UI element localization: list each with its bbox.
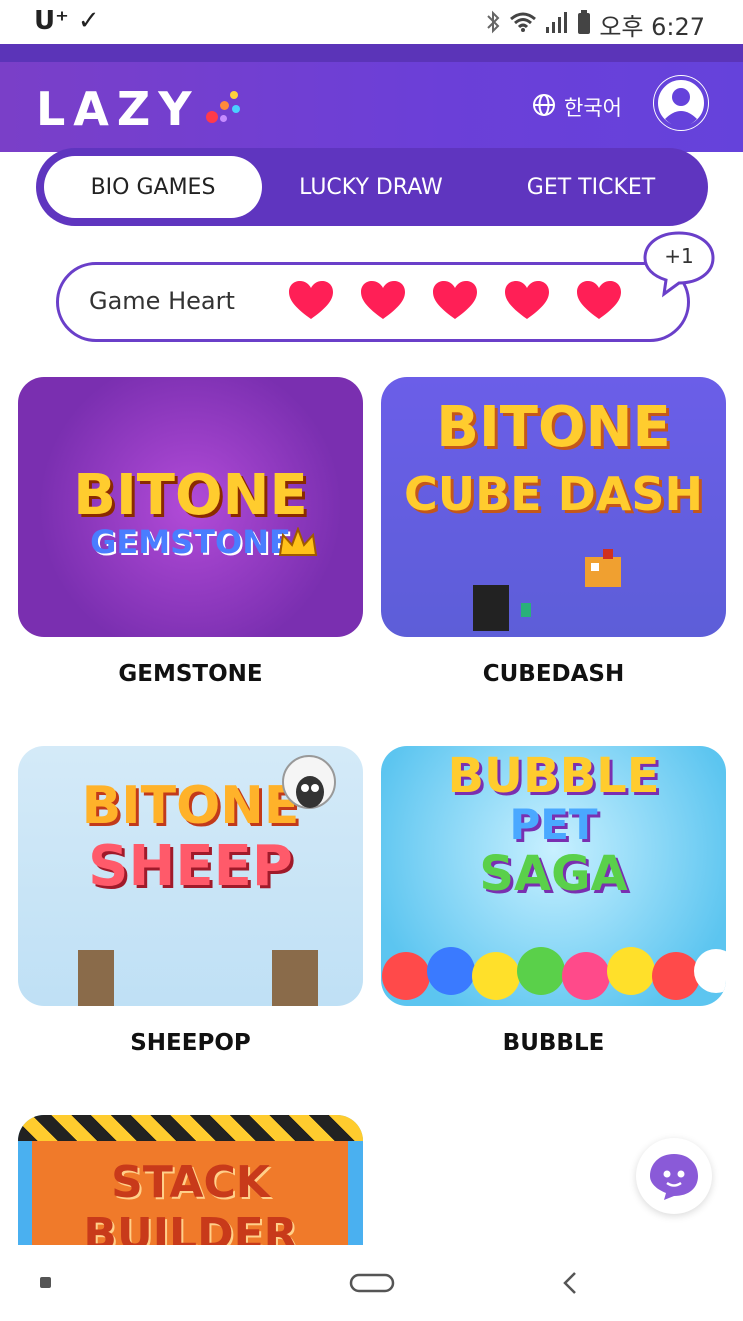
pillar-left (78, 950, 114, 1006)
game-card-bubble[interactable]: BUBBLE PET SAGA BUBBLE (381, 746, 726, 1056)
game-heart-label: Game Heart (89, 287, 235, 315)
game-title[interactable]: BUBBLE (381, 1030, 726, 1056)
game-title[interactable]: GEMSTONE (18, 661, 363, 687)
heart-icon (577, 281, 621, 319)
bluetooth-icon (485, 10, 501, 40)
recent-apps-icon[interactable] (39, 1276, 53, 1290)
thumbnail-title-line1: BUBBLE (447, 748, 660, 804)
user-icon (654, 76, 708, 130)
thumbnail-title-line2: BUILDER (83, 1209, 298, 1245)
tab-lucky-draw[interactable]: LUCKY DRAW (262, 156, 480, 218)
app-header: LAZY (0, 44, 743, 152)
thumbnail-title-line2: SHEEP (88, 834, 293, 899)
globe-icon (532, 93, 556, 122)
game-card-gemstone[interactable]: BITONE GEMSTONE GEMSTONE (18, 377, 363, 687)
game-card-cubedash[interactable]: BITONE CUBE DASH CUBEDASH (381, 377, 726, 687)
heart-icon (433, 281, 477, 319)
lazy-logo[interactable]: LAZY (36, 82, 248, 136)
signal-icon (545, 11, 569, 39)
back-icon[interactable] (562, 1271, 578, 1295)
game-heart-bar: Game Heart (56, 262, 690, 342)
chicken-icon (585, 549, 621, 587)
thumbnail-title-line3: SAGA (479, 846, 628, 902)
game-card-sheepop[interactable]: BITONE SHEEP SHEEPOP (18, 746, 363, 1056)
thumbnail-title-line2: PET (509, 800, 598, 849)
thumbnail-title-line2: CUBE DASH (403, 467, 704, 521)
game-title[interactable]: CUBEDASH (381, 661, 726, 687)
pillar-right (272, 950, 318, 1006)
chat-bot-icon (650, 1154, 698, 1200)
status-bar: U⁺ ✓ 오후 6:27 (0, 0, 743, 44)
heart-icon (505, 281, 549, 319)
game-title[interactable]: SHEEPOP (18, 1030, 363, 1056)
language-selector[interactable]: 한국어 (532, 92, 622, 122)
language-label: 한국어 (564, 96, 622, 120)
battery-icon (577, 9, 591, 40)
heart-icon (361, 281, 405, 319)
home-icon[interactable] (349, 1273, 395, 1293)
game-card-stack-builder[interactable]: STACK BUILDER (18, 1115, 363, 1245)
status-icons: 오후 6:27 (485, 7, 705, 42)
tab-bio-games[interactable]: BIO GAMES (44, 156, 262, 218)
sheep-icon (282, 755, 336, 809)
bonus-heart-label: +1 (664, 244, 694, 268)
bonus-heart-bubble: +1 (642, 230, 716, 298)
logo-dots-icon (204, 87, 248, 131)
carrier-label: U⁺ ✓ (34, 6, 100, 36)
thumbnail-title-line1: BITONE (73, 463, 308, 528)
tab-get-ticket[interactable]: GET TICKET (482, 156, 700, 218)
logo-text: LAZY (36, 82, 200, 136)
chat-button[interactable] (636, 1138, 712, 1214)
crown-icon (278, 527, 318, 556)
profile-avatar-button[interactable] (653, 75, 709, 131)
game-thumbnail[interactable]: STACK BUILDER (18, 1115, 363, 1245)
wifi-icon (509, 11, 537, 39)
cube-character-icon (473, 585, 531, 631)
hazard-stripe (18, 1115, 363, 1141)
bubble-pets-icon (382, 947, 726, 1000)
thumbnail-title-line1: BITONE (436, 395, 671, 460)
game-tabs: BIO GAMES LUCKY DRAW GET TICKET (36, 148, 708, 226)
heart-icon (289, 281, 333, 319)
thumbnail-title-line1: STACK (111, 1157, 270, 1208)
game-thumbnail[interactable]: BITONE SHEEP (18, 746, 363, 1006)
clock-label: 오후 6:27 (599, 13, 705, 41)
system-nav-bar (0, 1245, 743, 1321)
game-thumbnail[interactable]: BUBBLE PET SAGA (381, 746, 726, 1006)
hearts-row (289, 279, 621, 323)
game-thumbnail[interactable]: BITONE GEMSTONE (18, 377, 363, 637)
game-thumbnail[interactable]: BITONE CUBE DASH (381, 377, 726, 637)
